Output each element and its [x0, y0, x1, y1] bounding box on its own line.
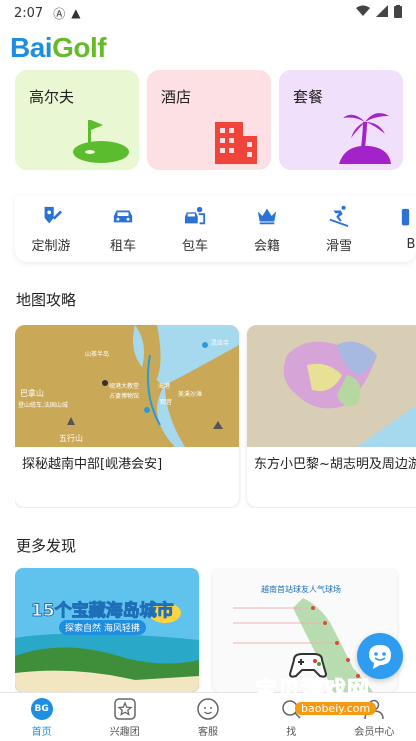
category-hotel[interactable]: 酒店	[147, 70, 271, 170]
section-title-map-guides: 地图攻略	[16, 291, 77, 309]
app-logo: Bai Golf	[10, 30, 107, 66]
map-label: 登山缆车,法国山城	[18, 402, 68, 409]
skier-icon	[329, 205, 349, 227]
service-label: 租车	[109, 238, 136, 254]
tab-label: 会员中心	[354, 726, 395, 738]
watermark-url: baobeiy.com	[295, 702, 377, 715]
category-package[interactable]: 套餐	[279, 70, 403, 170]
banner-title: 15个宝藏海岛城市	[31, 601, 175, 622]
watermark-text: 宝贝游戏网	[254, 678, 371, 704]
tab-label: 首页	[31, 726, 52, 738]
guide-caption: 探秘越南中部[岘港会安]	[22, 457, 163, 472]
guide-card[interactable]: 东方小巴黎~胡志明及周边游场	[247, 325, 416, 507]
notification-a-icon: Ⓐ	[53, 6, 66, 21]
service-label: 滑雪	[325, 238, 352, 254]
map-label: 五行山	[59, 434, 83, 443]
section-title-discover: 更多发现	[16, 537, 77, 555]
guide-caption: 东方小巴黎~胡志明及周边游场	[254, 457, 416, 472]
watermark: 宝贝游戏网 baobeiy.com	[240, 653, 390, 722]
tab-label: 兴趣团	[109, 726, 140, 738]
warning-icon: ▲	[71, 6, 81, 20]
banner-subtitle: 探索自然 海风轻拂	[59, 620, 146, 635]
smile-chat-icon	[369, 645, 391, 669]
category-label: 套餐	[293, 88, 324, 106]
map-label: 观音	[160, 399, 173, 406]
more-icon	[401, 208, 410, 225]
guide-map-image: 巴拿山 登山缆车,法国山城 山茶半岛 岘港大教堂 占婆博物馆 美溪沙滩 观音 五…	[15, 325, 239, 447]
golf-flag-icon	[73, 120, 129, 163]
signal-icon	[376, 5, 388, 21]
map-label: 灵应寺	[211, 340, 230, 347]
pen-pin-icon	[44, 206, 62, 223]
chat-face-icon	[196, 697, 220, 721]
map-label: 岘港大教堂	[109, 383, 140, 390]
map-label: 山茶半岛	[85, 351, 110, 358]
map-label: 占婆博物馆	[109, 393, 140, 400]
category-golf[interactable]: 高尔夫	[15, 70, 139, 170]
tab-label: 找	[286, 726, 297, 738]
tab-home[interactable]: BG 首页	[0, 693, 83, 741]
service-row: 定制游 租车 包车 会籍 滑雪 B	[15, 196, 416, 262]
category-label: 高尔夫	[29, 88, 75, 106]
course-map-title: 越南首站球友人气球场	[261, 585, 341, 594]
battery-icon	[394, 4, 402, 22]
service-chartered-car[interactable]: 包车	[159, 196, 231, 262]
crown-icon	[257, 208, 277, 224]
guide-map-image	[247, 325, 416, 447]
category-row: 高尔夫 酒店 套餐	[15, 70, 416, 172]
tab-interest-group[interactable]: 兴趣团	[83, 693, 166, 741]
map-label: 美溪沙滩	[178, 391, 203, 398]
discover-card[interactable]: 15个宝藏海岛城市 探索自然 海风轻拂	[15, 568, 199, 692]
service-more[interactable]: B	[375, 196, 416, 262]
home-bg-icon: BG	[30, 697, 54, 721]
service-label: 定制游	[31, 238, 71, 254]
guide-card[interactable]: 巴拿山 登山缆车,法国山城 山茶半岛 岘港大教堂 占婆博物馆 美溪沙滩 观音 五…	[15, 325, 239, 507]
guide-carousel: 巴拿山 登山缆车,法国山城 山茶半岛 岘港大教堂 占婆博物馆 美溪沙滩 观音 五…	[15, 325, 416, 508]
map-label: 海港	[158, 383, 171, 390]
driver-car-icon	[184, 206, 206, 224]
service-label: 包车	[181, 238, 208, 254]
service-membership[interactable]: 会籍	[231, 196, 303, 262]
map-label: 巴拿山	[20, 389, 44, 398]
status-time: 2:07	[14, 5, 44, 21]
status-bar: 2:07 Ⓐ ▲	[0, 0, 416, 26]
service-skiing[interactable]: 滑雪	[303, 196, 375, 262]
category-label: 酒店	[161, 88, 192, 106]
service-car-rental[interactable]: 租车	[87, 196, 159, 262]
logo-text-bai: Bai	[10, 32, 53, 63]
service-label: B	[406, 236, 416, 252]
star-icon	[113, 697, 137, 721]
home-badge-text: BG	[34, 703, 49, 714]
service-custom-tour[interactable]: 定制游	[15, 196, 87, 262]
service-label: 会籍	[253, 238, 280, 254]
car-icon	[113, 210, 133, 222]
logo-text-golf: Golf	[52, 32, 107, 63]
palm-island-icon	[339, 113, 391, 164]
hotel-building-icon	[215, 122, 257, 164]
tab-label: 客服	[198, 726, 218, 738]
wifi-icon	[356, 5, 370, 21]
tab-customer-service[interactable]: 客服	[166, 693, 249, 741]
